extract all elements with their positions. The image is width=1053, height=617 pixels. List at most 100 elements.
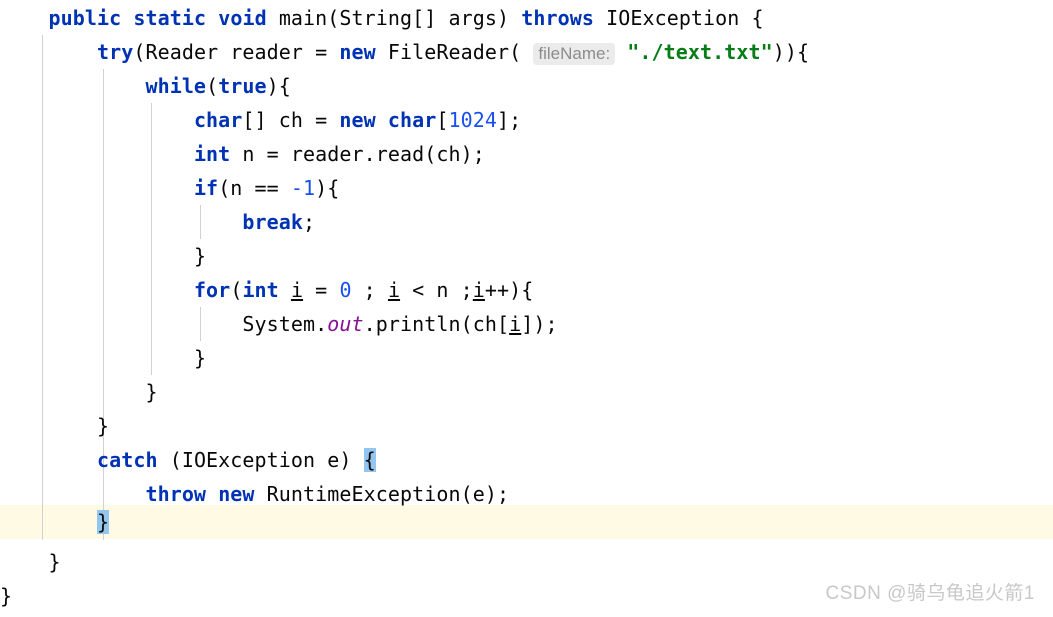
number-1024: 1024 — [448, 108, 497, 132]
code-line-12[interactable]: } — [0, 375, 158, 409]
code-text-layer[interactable]: public static void main(String[] args) t… — [0, 0, 1053, 617]
filereader-call: FileReader( — [375, 40, 534, 64]
local-variable-i: i — [387, 278, 401, 302]
keyword-try: try — [96, 40, 134, 64]
keyword-public: public — [48, 6, 122, 30]
ch-declaration: [] ch = — [242, 108, 340, 132]
indent-ws — [0, 210, 242, 234]
indent-ws — [0, 414, 97, 438]
local-variable-i: i — [509, 312, 522, 336]
indent-ws — [0, 550, 48, 574]
code-line-5[interactable]: int n = reader.read(ch); — [0, 137, 485, 171]
code-line-10[interactable]: System.out.println(ch[i]); — [0, 307, 558, 341]
code-line-9[interactable]: for(int i = 0 ; i < n ;i++){ — [0, 273, 533, 307]
method-signature-main: main(String[] args) — [278, 6, 522, 30]
indent-ws — [0, 176, 194, 200]
keyword-static: static — [133, 6, 207, 30]
for-condition: < n ; — [400, 278, 473, 302]
number-minus-one: -1 — [290, 176, 316, 200]
code-line-1[interactable]: public static void main(String[] args) t… — [0, 1, 764, 35]
local-variable-i: i — [290, 278, 304, 302]
string-literal-path: "./text.txt" — [627, 40, 773, 64]
paren-open: ( — [206, 74, 219, 98]
code-line-8[interactable]: } — [0, 239, 206, 273]
keyword-throws: throws — [521, 6, 594, 30]
keyword-if: if — [193, 176, 219, 200]
runtimeexception-call: RuntimeException(e); — [254, 482, 510, 506]
code-line-6[interactable]: if(n == -1){ — [0, 171, 339, 205]
reader-read-call: n = reader.read(ch); — [230, 142, 485, 166]
keyword-new: new — [339, 108, 376, 132]
println-call: .println(ch[ — [363, 312, 510, 336]
system-class: System. — [242, 312, 328, 336]
code-line-3[interactable]: while(true){ — [0, 69, 291, 103]
indent-ws — [0, 40, 97, 64]
brace-close-if: } — [193, 244, 207, 268]
brace-close-class: } — [0, 584, 13, 608]
if-condition: (n == — [218, 176, 291, 200]
indent-ws — [0, 74, 145, 98]
indent-ws — [0, 482, 145, 506]
assign-op: = — [303, 278, 340, 302]
indent-ws — [0, 510, 97, 534]
matched-brace-open: { — [363, 448, 376, 472]
brace-close-while: } — [145, 380, 158, 404]
semicolon-sep: ; — [351, 278, 388, 302]
reader-declaration: (Reader reader = — [133, 40, 340, 64]
local-variable-i: i — [472, 278, 485, 302]
keyword-new: new — [218, 482, 255, 506]
indent-ws — [0, 142, 194, 166]
code-line-7[interactable]: break; — [0, 205, 315, 239]
bracket-open: [ — [436, 108, 449, 132]
static-field-out: out — [327, 312, 364, 336]
indent-ws — [0, 6, 48, 30]
keyword-int: int — [193, 142, 231, 166]
keyword-true: true — [218, 74, 267, 98]
code-line-16[interactable]: } — [0, 505, 110, 539]
indent-ws — [0, 244, 194, 268]
keyword-char: char — [193, 108, 243, 132]
keyword-for: for — [193, 278, 231, 302]
indent-ws — [0, 312, 242, 336]
for-close: ++){ — [484, 278, 534, 302]
keyword-void: void — [218, 6, 267, 30]
catch-parameters: (IOException e) — [157, 448, 364, 472]
indent-ws — [0, 108, 194, 132]
keyword-int: int — [242, 278, 279, 302]
println-close: ]); — [521, 312, 558, 336]
keyword-new: new — [339, 40, 376, 64]
code-editor[interactable]: public static void main(String[] args) t… — [0, 0, 1053, 617]
exception-type-ioexception: IOException { — [593, 6, 764, 30]
code-line-14[interactable]: catch (IOException e) { — [0, 443, 376, 477]
keyword-throw: throw — [145, 482, 207, 506]
parameter-hint-filename[interactable]: fileName: — [533, 43, 616, 65]
keyword-char-type: char — [375, 108, 437, 132]
indent-ws — [0, 278, 194, 302]
keyword-catch: catch — [96, 448, 158, 472]
indent-ws — [0, 448, 97, 472]
code-line-11[interactable]: } — [0, 341, 206, 375]
semicolon: ; — [303, 210, 316, 234]
char-array-close: ]; — [496, 108, 522, 132]
matched-brace-close: } — [96, 510, 110, 534]
brace-close-try: } — [96, 414, 110, 438]
indent-ws — [0, 346, 194, 370]
brace-close-method: } — [48, 550, 61, 574]
keyword-while: while — [145, 74, 207, 98]
brace-close-for: } — [193, 346, 207, 370]
code-line-4[interactable]: char[] ch = new char[1024]; — [0, 103, 521, 137]
while-close: ){ — [266, 74, 291, 98]
try-close-parens: )){ — [772, 40, 810, 64]
code-line-2[interactable]: try(Reader reader = new FileReader( file… — [0, 35, 809, 69]
code-line-17[interactable]: } — [0, 545, 61, 579]
code-line-18[interactable]: } — [0, 579, 12, 613]
keyword-break: break — [242, 210, 304, 234]
code-line-13[interactable]: } — [0, 409, 109, 443]
if-close: ){ — [315, 176, 340, 200]
